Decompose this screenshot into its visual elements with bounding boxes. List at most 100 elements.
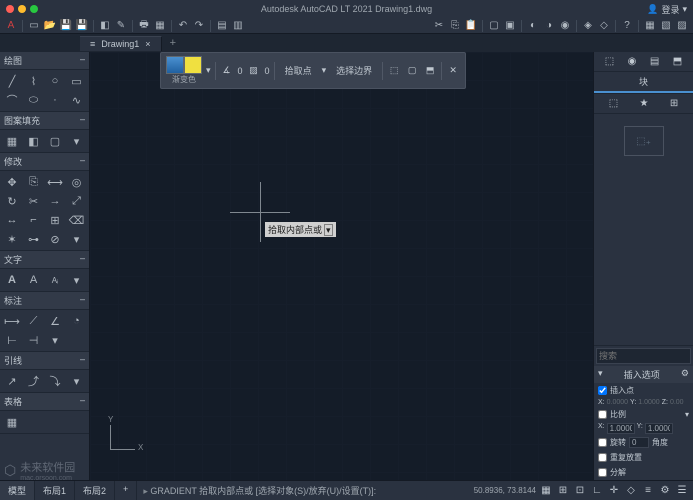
mirror-tool[interactable]: ⟷: [45, 173, 65, 191]
panel3-icon[interactable]: ▨: [675, 19, 689, 33]
ft-opt2-icon[interactable]: ▢: [405, 64, 419, 78]
rp-icon3[interactable]: ▤: [650, 56, 659, 67]
dim-linear[interactable]: ⟼: [2, 312, 22, 330]
sb-snap-icon[interactable]: ⊡: [573, 484, 587, 498]
dim-angular[interactable]: ∠: [45, 312, 65, 330]
polyline-tool[interactable]: ⌇: [24, 72, 44, 90]
close-tab-icon[interactable]: ×: [145, 39, 150, 49]
help-icon[interactable]: ?: [620, 19, 634, 33]
login-link[interactable]: 登录: [661, 3, 679, 16]
misc3-icon[interactable]: ◉: [558, 19, 572, 33]
chk-explode[interactable]: [598, 468, 607, 477]
mac-close-button[interactable]: [6, 5, 14, 13]
sb-grid-icon[interactable]: ⊞: [556, 484, 570, 498]
mtext-tool[interactable]: A: [2, 271, 22, 289]
section-modify-header[interactable]: 修改–: [0, 153, 89, 171]
prop-icon[interactable]: ▢: [487, 19, 501, 33]
sb-tab-layout1[interactable]: 布局1: [35, 481, 75, 500]
hatch-tool[interactable]: ▦: [2, 132, 22, 150]
layer2-icon[interactable]: ▥: [231, 19, 245, 33]
sb-menu-icon[interactable]: ☰: [675, 484, 689, 498]
redo-icon[interactable]: ↷: [192, 19, 206, 33]
circle-tool[interactable]: ○: [45, 72, 65, 90]
sb-tab-model[interactable]: 模型: [0, 481, 35, 500]
boundary-tool[interactable]: ▢: [45, 132, 65, 150]
dim-align[interactable]: ⟋: [24, 312, 44, 330]
color-dropdown-icon[interactable]: ▾: [206, 65, 211, 76]
gradient-toolbar[interactable]: 渐变色 ▾ ∡ 0 ▨ 0 拾取点 ▾ 选择边界 ⬚ ▢ ⬒ ✕: [160, 52, 466, 89]
break-tool[interactable]: ⊘: [45, 230, 65, 248]
block-preview[interactable]: ⬚₊: [624, 126, 664, 156]
hatch-more[interactable]: ▾: [67, 132, 87, 150]
gradient-tool[interactable]: ◧: [24, 132, 44, 150]
spline-tool[interactable]: ∿: [67, 91, 87, 109]
rp-sub-lib[interactable]: ⊞: [670, 98, 678, 109]
rp-sub-recent[interactable]: ⬚: [609, 98, 618, 109]
pick-point-button[interactable]: 拾取点: [279, 62, 318, 79]
misc5-icon[interactable]: ◇: [597, 19, 611, 33]
sb-more-icon[interactable]: ⚙: [658, 484, 672, 498]
sb-polar-icon[interactable]: ✛: [607, 484, 621, 498]
join-tool[interactable]: ⊶: [24, 230, 44, 248]
user-icon[interactable]: 👤: [647, 4, 658, 15]
copy-tool[interactable]: ⎘: [24, 173, 44, 191]
chk-repeat[interactable]: [598, 453, 607, 462]
rotate-val[interactable]: [629, 437, 649, 448]
gradient-swatch-2[interactable]: [184, 56, 202, 74]
extend-tool[interactable]: →: [45, 192, 65, 210]
chk-insertpt[interactable]: [598, 386, 607, 395]
leader3-tool[interactable]: ⤵: [45, 372, 65, 390]
rp-sub-fav[interactable]: ★: [640, 98, 649, 109]
section-hatch-header[interactable]: 图案填充–: [0, 112, 89, 130]
scale-y[interactable]: [645, 423, 673, 434]
text-style[interactable]: Aᵢ: [45, 271, 65, 289]
text-tool[interactable]: A: [24, 271, 44, 289]
cut-icon[interactable]: ✂: [432, 19, 446, 33]
sb-ortho-icon[interactable]: ∟: [590, 484, 604, 498]
trim-tool[interactable]: ✂: [24, 192, 44, 210]
modify-more[interactable]: ▾: [67, 230, 87, 248]
misc2-icon[interactable]: ◑: [542, 19, 556, 33]
prop2-icon[interactable]: ▣: [503, 19, 517, 33]
leader-tool[interactable]: ↗: [2, 372, 22, 390]
paste-icon[interactable]: 📋: [464, 19, 478, 33]
panel1-icon[interactable]: ▦: [643, 19, 657, 33]
tool1-icon[interactable]: ◧: [98, 19, 112, 33]
leader2-tool[interactable]: ⤴: [24, 372, 44, 390]
tool2-icon[interactable]: ✎: [114, 19, 128, 33]
tab-block[interactable]: 块: [594, 72, 693, 93]
line-tool[interactable]: ╱: [2, 72, 22, 90]
select-boundary-button[interactable]: 选择边界: [330, 62, 378, 79]
misc1-icon[interactable]: ◐: [526, 19, 540, 33]
explode-tool[interactable]: ✶: [2, 230, 22, 248]
dim-baseline[interactable]: ⊢: [2, 331, 22, 349]
stretch-tool[interactable]: ↔: [2, 211, 22, 229]
scale-x[interactable]: [607, 423, 635, 434]
dim-cont[interactable]: ⊣: [24, 331, 44, 349]
offset-tool[interactable]: ◎: [67, 173, 87, 191]
section-leader-header[interactable]: 引线–: [0, 352, 89, 370]
scale-tool[interactable]: ⤢: [67, 192, 87, 210]
drawing-canvas[interactable]: 渐变色 ▾ ∡ 0 ▨ 0 拾取点 ▾ 选择边界 ⬚ ▢ ⬒ ✕ 拾取内部点或▾…: [90, 52, 593, 480]
saveas-icon[interactable]: 💾: [75, 19, 89, 33]
leader-more[interactable]: ▾: [67, 372, 87, 390]
section-text-header[interactable]: 文字–: [0, 251, 89, 269]
percent-value[interactable]: 0: [265, 66, 270, 76]
new-icon[interactable]: ▭: [27, 19, 41, 33]
ft-opt1-icon[interactable]: ⬚: [387, 64, 401, 78]
rp-icon2[interactable]: ◉: [628, 56, 637, 67]
sb-osnap-icon[interactable]: ◇: [624, 484, 638, 498]
section-dim-header[interactable]: 标注–: [0, 292, 89, 310]
erase-tool[interactable]: ⌫: [67, 211, 87, 229]
pick-dropdown[interactable]: ▾: [322, 65, 327, 76]
text-more[interactable]: ▾: [67, 271, 87, 289]
chk-scale[interactable]: [598, 410, 607, 419]
sb-tab-add[interactable]: +: [115, 481, 137, 500]
new-tab-button[interactable]: +: [162, 35, 184, 51]
gradient-swatch-1[interactable]: [166, 56, 184, 74]
plot-icon[interactable]: 🖶: [137, 19, 151, 33]
save-icon[interactable]: 💾: [59, 19, 73, 33]
preview-icon[interactable]: ▦: [153, 19, 167, 33]
dim-more[interactable]: ▾: [45, 331, 65, 349]
insert-options-header[interactable]: ▾插入选项⚙: [594, 366, 693, 383]
